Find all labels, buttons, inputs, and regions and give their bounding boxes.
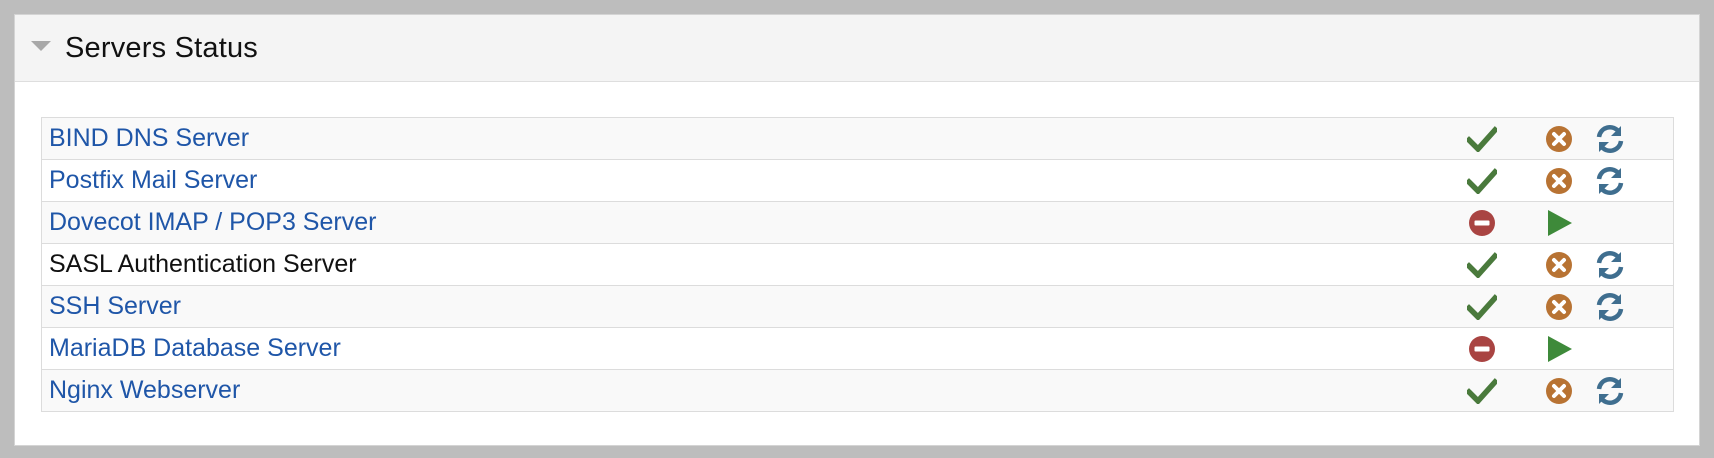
check-icon	[1467, 376, 1497, 406]
table-row: BIND DNS Server	[42, 118, 1673, 159]
check-icon	[1467, 166, 1497, 196]
table-row: Nginx Webserver	[42, 369, 1673, 411]
restart-icon[interactable]	[1593, 374, 1627, 408]
table-row: SASL Authentication Server	[42, 243, 1673, 285]
stop-icon[interactable]	[1543, 123, 1575, 155]
collapse-caret-icon[interactable]	[31, 41, 51, 51]
check-icon	[1467, 250, 1497, 280]
start-icon[interactable]	[1543, 207, 1575, 239]
stop-icon[interactable]	[1543, 291, 1575, 323]
server-name[interactable]: MariaDB Database Server	[49, 334, 341, 363]
stopped-icon	[1467, 208, 1497, 238]
table-row: MariaDB Database Server	[42, 327, 1673, 369]
restart-icon[interactable]	[1593, 290, 1627, 324]
check-icon	[1467, 292, 1497, 322]
stop-icon[interactable]	[1543, 249, 1575, 281]
servers-table: BIND DNS Server Postfix Mail Server Dove…	[41, 117, 1674, 412]
table-row: SSH Server	[42, 285, 1673, 327]
panel-header: Servers Status	[15, 15, 1699, 82]
server-name[interactable]: Nginx Webserver	[49, 376, 240, 405]
server-name[interactable]: Dovecot IMAP / POP3 Server	[49, 208, 376, 237]
restart-icon[interactable]	[1593, 248, 1627, 282]
panel-title: Servers Status	[65, 31, 258, 64]
stop-icon[interactable]	[1543, 375, 1575, 407]
stopped-icon	[1467, 334, 1497, 364]
check-icon	[1467, 124, 1497, 154]
server-name[interactable]: SSH Server	[49, 292, 181, 321]
servers-status-panel: Servers Status BIND DNS Server Postfix M…	[14, 14, 1700, 446]
table-row: Postfix Mail Server	[42, 159, 1673, 201]
server-name[interactable]: BIND DNS Server	[49, 124, 249, 153]
stop-icon[interactable]	[1543, 165, 1575, 197]
start-icon[interactable]	[1543, 333, 1575, 365]
table-row: Dovecot IMAP / POP3 Server	[42, 201, 1673, 243]
server-name: SASL Authentication Server	[49, 250, 357, 278]
restart-icon[interactable]	[1593, 122, 1627, 156]
server-name[interactable]: Postfix Mail Server	[49, 166, 257, 195]
restart-icon[interactable]	[1593, 164, 1627, 198]
